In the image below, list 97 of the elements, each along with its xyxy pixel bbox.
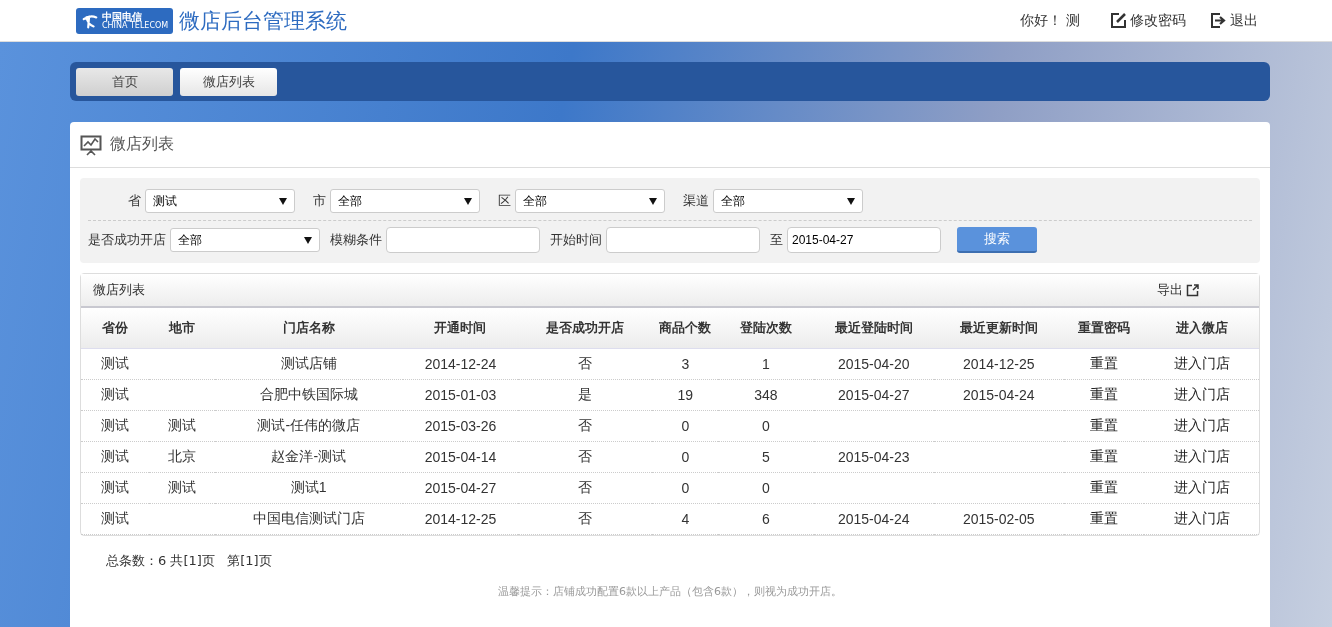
input-field[interactable] (386, 227, 540, 253)
user-name: 测 (1066, 11, 1080, 30)
table-cell: 0 (762, 480, 770, 496)
dropdown-caret-icon (464, 197, 472, 205)
table-cell: 1 (762, 356, 770, 372)
logo-subtitle: CHINA TELECOM (102, 21, 169, 30)
nav-tab[interactable]: 微店列表 (180, 67, 277, 96)
table-link[interactable]: 进入门店 (1173, 386, 1230, 402)
table-cell: 3 (681, 356, 690, 372)
table-link[interactable]: 重置 (1089, 448, 1118, 464)
table-cell: 测试 (100, 386, 129, 402)
table-link[interactable]: 重置 (1089, 417, 1118, 433)
dropdown-caret-icon (847, 197, 855, 205)
table-cell: 测试 (100, 510, 129, 526)
table-cell: 合肥中铁国际城 (259, 386, 358, 402)
select-field[interactable]: 全部 (330, 189, 480, 213)
filter-label: 至 (770, 231, 783, 249)
table-cell: 2015-04-27 (424, 480, 497, 496)
table-cell: 测试 (100, 417, 129, 433)
change-password-link[interactable]: 修改密码 (1110, 11, 1186, 30)
table-cell: 348 (754, 387, 778, 403)
table-cell: 2014-12-24 (424, 356, 497, 372)
table-cell: 2014-12-25 (962, 356, 1035, 372)
dropdown-caret-icon (279, 197, 287, 205)
table-cell: 2015-01-03 (424, 387, 497, 403)
greeting: 你好！ (1020, 11, 1062, 30)
nav-tab[interactable]: 首页 (76, 67, 173, 96)
table-cell: 测试 (100, 355, 129, 371)
table-cell: 2015-04-14 (424, 449, 497, 465)
filter-label: 市 (313, 192, 326, 210)
table-cell: 0 (681, 480, 690, 496)
filter-label: 区 (498, 192, 511, 210)
table-cell: 否 (578, 479, 593, 495)
table-cell: 6 (762, 511, 770, 527)
table-link[interactable]: 进入门店 (1173, 479, 1230, 495)
table-cell: 否 (578, 448, 593, 464)
table-cell: 2015-04-20 (837, 356, 910, 372)
table-cell: 测试1 (290, 479, 327, 495)
table-cell: 是 (578, 386, 593, 402)
presentation-chart-icon (80, 133, 102, 156)
table-cell: 2015-04-23 (837, 449, 910, 465)
filter-label: 是否成功开店 (88, 231, 166, 249)
logout-link[interactable]: 退出 (1210, 11, 1258, 30)
table-cell: 赵金洋-测试 (271, 448, 347, 464)
app-title: 微店后台管理系统 (179, 7, 348, 35)
table-cell: 0 (681, 449, 690, 465)
dropdown-caret-icon (304, 236, 312, 244)
table-title: 微店列表 (93, 281, 145, 299)
edit-icon (1110, 12, 1127, 29)
table-cell: 2015-02-05 (962, 511, 1035, 527)
table-cell: 测试 (100, 479, 129, 495)
table-cell: 2015-04-24 (962, 387, 1035, 403)
export-link[interactable]: 导出 (1157, 281, 1199, 299)
table-cell: 测试 (167, 417, 196, 433)
table-cell: 2015-04-27 (837, 387, 910, 403)
table-link[interactable]: 重置 (1089, 355, 1118, 371)
filter-label: 渠道 (683, 192, 709, 210)
table-cell: 北京 (167, 448, 196, 464)
table-cell: 5 (762, 449, 770, 465)
logo-name: 中国电信 (102, 11, 142, 22)
table-cell: 测试-任伟的微店 (257, 417, 361, 433)
table-link[interactable]: 进入门店 (1173, 355, 1230, 371)
external-link-icon (1186, 283, 1199, 297)
select-field[interactable]: 全部 (170, 228, 320, 252)
table-cell: 2014-12-25 (424, 511, 497, 527)
table-link[interactable]: 重置 (1089, 479, 1118, 495)
filter-label: 省 (128, 192, 141, 210)
input-field[interactable]: 2015-04-27 (787, 227, 941, 253)
table-cell: 测试店铺 (280, 355, 337, 371)
table-cell: 2015-04-24 (837, 511, 910, 527)
table-link[interactable]: 进入门店 (1173, 417, 1230, 433)
table-cell: 2015-03-26 (424, 418, 497, 434)
table-cell: 0 (681, 418, 690, 434)
input-field[interactable] (606, 227, 760, 253)
pagination-info: 总条数：6 共[1]页 第[1]页 (106, 552, 273, 570)
table-cell: 否 (578, 510, 593, 526)
dropdown-caret-icon (649, 197, 657, 205)
table-link[interactable]: 进入门店 (1173, 448, 1230, 464)
table-cell: 否 (578, 355, 593, 371)
table-cell: 测试 (100, 448, 129, 464)
table-link[interactable]: 重置 (1089, 510, 1118, 526)
table-cell: 否 (578, 417, 593, 433)
filter-label: 模糊条件 (330, 231, 382, 249)
logout-icon (1210, 12, 1227, 29)
select-field[interactable]: 全部 (515, 189, 665, 213)
panel-title: 微店列表 (110, 134, 174, 155)
table-cell: 中国电信测试门店 (252, 510, 365, 526)
select-field[interactable]: 测试 (145, 189, 295, 213)
table-cell: 19 (677, 387, 694, 403)
table-link[interactable]: 重置 (1089, 386, 1118, 402)
filter-label: 开始时间 (550, 231, 602, 249)
table-cell: 测试 (167, 479, 196, 495)
tip-text: 温馨提示：店铺成功配置6款以上产品（包含6款），则视为成功开店。 (497, 584, 843, 599)
table-cell: 0 (762, 418, 770, 434)
table-link[interactable]: 进入门店 (1173, 510, 1230, 526)
table-cell: 4 (681, 511, 690, 527)
select-field[interactable]: 全部 (713, 189, 863, 213)
